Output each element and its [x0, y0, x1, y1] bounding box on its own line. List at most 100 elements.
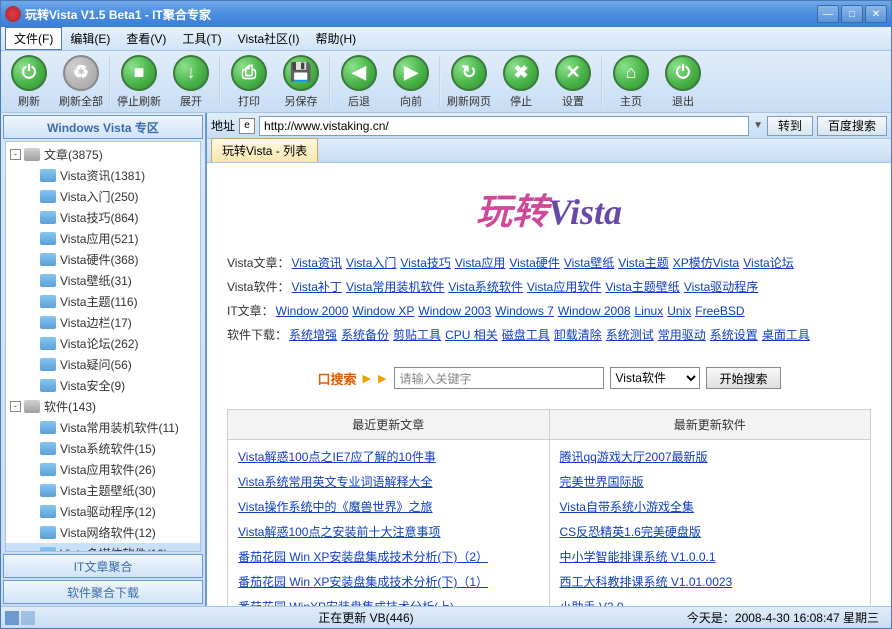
dropdown-icon[interactable]: ▼ — [753, 120, 763, 131]
software-link[interactable]: 西工大科教排课系统 V1.01.0023 — [560, 569, 861, 594]
category-link[interactable]: Vista资讯 — [291, 256, 341, 270]
menu-item[interactable]: 工具(T) — [174, 28, 229, 49]
close-button[interactable]: ✕ — [865, 5, 887, 23]
category-link[interactable]: Vista应用 — [455, 256, 505, 270]
toolbar-停止[interactable]: ✖停止 — [497, 53, 545, 111]
category-link[interactable]: Window 2000 — [276, 304, 349, 318]
search-input[interactable] — [394, 367, 604, 389]
category-link[interactable]: Window 2008 — [558, 304, 631, 318]
maximize-button[interactable]: □ — [841, 5, 863, 23]
tree-item[interactable]: Vista入门(250) — [6, 186, 200, 207]
toolbar-后退[interactable]: ◀后退 — [335, 53, 383, 111]
category-link[interactable]: Windows 7 — [495, 304, 554, 318]
menu-item[interactable]: 编辑(E) — [62, 28, 118, 49]
toolbar-另保存[interactable]: 💾另保存 — [277, 53, 325, 111]
menu-item[interactable]: Vista社区(I) — [230, 28, 308, 49]
category-link[interactable]: Vista系统软件 — [448, 280, 522, 294]
sidebar-footer-button[interactable]: IT文章聚合 — [3, 554, 203, 578]
sidebar-header[interactable]: Windows Vista 专区 — [3, 115, 203, 139]
category-link[interactable]: Vista技巧 — [400, 256, 450, 270]
category-link[interactable]: Unix — [667, 304, 691, 318]
category-link[interactable]: 系统设置 — [710, 328, 758, 342]
category-link[interactable]: Window XP — [352, 304, 414, 318]
tree-item[interactable]: Vista论坛(262) — [6, 333, 200, 354]
category-link[interactable]: Window 2003 — [418, 304, 491, 318]
search-button[interactable]: 开始搜索 — [706, 367, 780, 389]
toolbar-设置[interactable]: ✕设置 — [549, 53, 597, 111]
menu-item[interactable]: 文件(F) — [5, 27, 62, 50]
category-link[interactable]: Vista驱动程序 — [684, 280, 758, 294]
article-link[interactable]: 番茄花园 Win XP安装盘集成技术分析(下)（2） — [238, 544, 539, 569]
article-link[interactable]: Vista解惑100点之安装前十大注意事项 — [238, 519, 539, 544]
article-link[interactable]: 番茄花园 Win XP安装盘集成技术分析(下)（1） — [238, 569, 539, 594]
baidu-button[interactable]: 百度搜索 — [817, 116, 887, 136]
menu-item[interactable]: 查看(V) — [118, 28, 174, 49]
sidebar-footer-button[interactable]: 软件聚合下载 — [3, 580, 203, 604]
software-link[interactable]: 小助手 V2.0 — [560, 594, 861, 606]
category-link[interactable]: Vista补丁 — [291, 280, 341, 294]
toolbar-刷新网页[interactable]: ↻刷新网页 — [445, 53, 493, 111]
tree-item[interactable]: -文章(3875) — [6, 144, 200, 165]
category-link[interactable]: 磁盘工具 — [502, 328, 550, 342]
tree-item[interactable]: Vista疑问(56) — [6, 354, 200, 375]
content-pane[interactable]: 玩转Vista Vista文章：Vista资讯Vista入门Vista技巧Vis… — [207, 163, 891, 606]
category-link[interactable]: CPU 相关 — [445, 328, 498, 342]
category-link[interactable]: 系统增强 — [289, 328, 337, 342]
tree-item[interactable]: Vista硬件(368) — [6, 249, 200, 270]
go-button[interactable]: 转到 — [767, 116, 813, 136]
tree-item[interactable]: Vista网络软件(12) — [6, 522, 200, 543]
category-link[interactable]: 系统备份 — [341, 328, 389, 342]
category-link[interactable]: 桌面工具 — [762, 328, 810, 342]
article-link[interactable]: Vista操作系统中的《魔兽世界》之旅 — [238, 494, 539, 519]
toolbar-展开[interactable]: ↓展开 — [167, 53, 215, 111]
toolbar-刷新全部[interactable]: ♻刷新全部 — [57, 53, 105, 111]
category-link[interactable]: XP模仿Vista — [673, 256, 739, 270]
toolbar-向前[interactable]: ▶向前 — [387, 53, 435, 111]
category-link[interactable]: Vista主题壁纸 — [605, 280, 679, 294]
toolbar-退出[interactable]: ⏻退出 — [659, 53, 707, 111]
software-link[interactable]: Vista自带系统小游戏全集 — [560, 494, 861, 519]
article-link[interactable]: 番茄花园 WinXP安装盘集成技术分析(上) — [238, 594, 539, 606]
toolbar-停止刷新[interactable]: ■停止刷新 — [115, 53, 163, 111]
category-link[interactable]: 系统测试 — [606, 328, 654, 342]
tree-item[interactable]: Vista应用软件(26) — [6, 459, 200, 480]
category-link[interactable]: Vista壁纸 — [564, 256, 614, 270]
software-link[interactable]: 完美世界国际版 — [560, 469, 861, 494]
article-link[interactable]: Vista解惑100点之IE7应了解的10件事 — [238, 444, 539, 469]
tree-item[interactable]: Vista多媒体软件(10) — [6, 543, 200, 552]
category-link[interactable]: Vista论坛 — [743, 256, 793, 270]
software-link[interactable]: CS反恐精英1.6完美硬盘版 — [560, 519, 861, 544]
category-link[interactable]: Vista主题 — [618, 256, 668, 270]
category-link[interactable]: 剪贴工具 — [393, 328, 441, 342]
category-link[interactable]: 常用驱动 — [658, 328, 706, 342]
tree-item[interactable]: Vista边栏(17) — [6, 312, 200, 333]
tree-item[interactable]: Vista技巧(864) — [6, 207, 200, 228]
search-category-select[interactable]: Vista软件 — [610, 367, 700, 389]
tree-item[interactable]: Vista应用(521) — [6, 228, 200, 249]
category-link[interactable]: Linux — [635, 304, 664, 318]
minimize-button[interactable]: — — [817, 5, 839, 23]
toolbar-刷新[interactable]: ⏻刷新 — [5, 53, 53, 111]
category-link[interactable]: Vista常用装机软件 — [346, 280, 444, 294]
category-link[interactable]: 卸载清除 — [554, 328, 602, 342]
expand-icon[interactable]: - — [10, 149, 21, 160]
tree-item[interactable]: -软件(143) — [6, 396, 200, 417]
toolbar-主页[interactable]: ⌂主页 — [607, 53, 655, 111]
tree-item[interactable]: Vista主题(116) — [6, 291, 200, 312]
tree-item[interactable]: Vista壁纸(31) — [6, 270, 200, 291]
category-link[interactable]: FreeBSD — [695, 304, 744, 318]
tab-active[interactable]: 玩转Vista - 列表 — [211, 138, 318, 162]
sidebar-tree[interactable]: -文章(3875)Vista资讯(1381)Vista入门(250)Vista技… — [5, 141, 201, 552]
category-link[interactable]: Vista硬件 — [509, 256, 559, 270]
expand-icon[interactable]: - — [10, 401, 21, 412]
software-link[interactable]: 腾讯qq游戏大厅2007最新版 — [560, 444, 861, 469]
tree-item[interactable]: Vista驱动程序(12) — [6, 501, 200, 522]
software-link[interactable]: 中小学智能排课系统 V1.0.0.1 — [560, 544, 861, 569]
article-link[interactable]: Vista系统常用英文专业词语解释大全 — [238, 469, 539, 494]
address-input[interactable] — [259, 116, 749, 136]
category-link[interactable]: Vista入门 — [346, 256, 396, 270]
toolbar-打印[interactable]: ⎙打印 — [225, 53, 273, 111]
tree-item[interactable]: Vista常用装机软件(11) — [6, 417, 200, 438]
tree-item[interactable]: Vista安全(9) — [6, 375, 200, 396]
tree-item[interactable]: Vista资讯(1381) — [6, 165, 200, 186]
